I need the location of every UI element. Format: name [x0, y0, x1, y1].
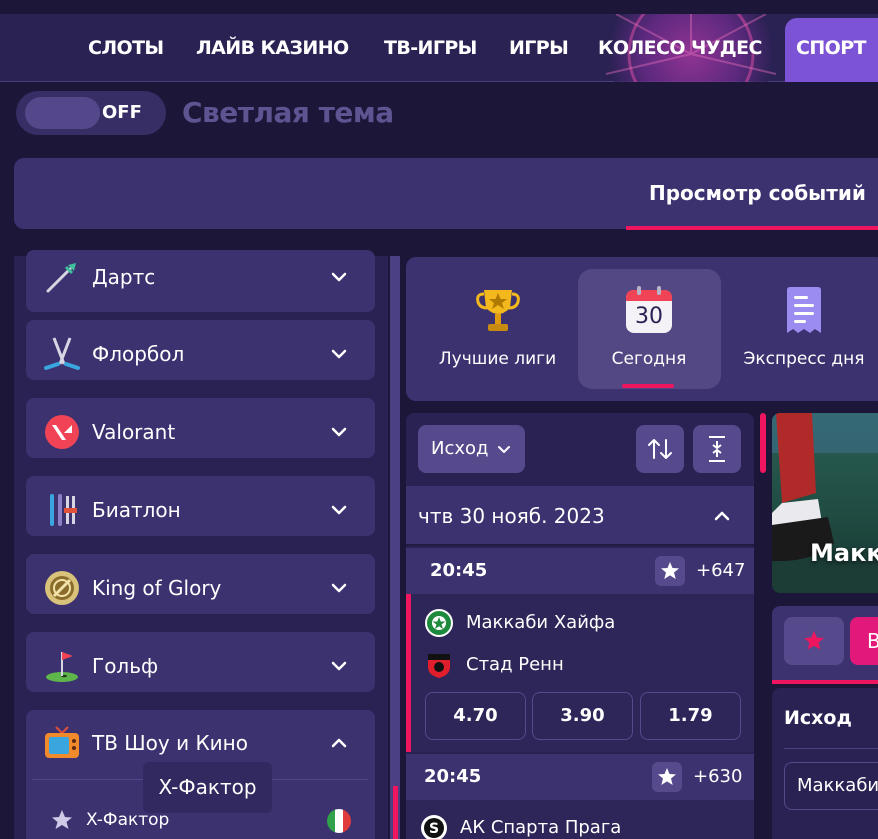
date-label: чтв 30 нояб. 2023	[418, 504, 605, 528]
theme-label: Светлая тема	[182, 96, 394, 129]
more-markets-count[interactable]: +647	[696, 548, 745, 594]
chevron-up-icon[interactable]	[710, 504, 734, 528]
team-away: Стад Ренн	[466, 654, 564, 675]
odd-home-button[interactable]: 4.70	[425, 692, 526, 740]
more-markets-count[interactable]: +630	[693, 754, 742, 800]
category-active-underline	[622, 384, 674, 388]
stade-rennes-logo-icon	[425, 651, 453, 679]
chevron-down-icon[interactable]	[327, 420, 351, 444]
sidebar-item-label: Гольф	[92, 654, 159, 678]
star-icon[interactable]	[50, 808, 74, 832]
sidebar-item-label: King of Glory	[92, 576, 222, 600]
nav-item-wheel[interactable]: Колесо чудес	[598, 14, 762, 82]
sidebar-item-label: Valorant	[92, 420, 176, 444]
category-label[interactable]: Сегодня	[585, 346, 713, 372]
calendar-icon[interactable]: 30	[625, 286, 673, 334]
star-icon	[658, 768, 676, 785]
promo-title: Макка	[810, 539, 878, 567]
team-home: АК Спарта Прага	[460, 817, 622, 838]
sparta-prague-logo-icon: S	[420, 814, 448, 839]
odd-away-button[interactable]: 1.79	[640, 692, 741, 740]
star-icon	[661, 562, 679, 579]
chevron-up-icon[interactable]	[327, 731, 351, 755]
promo-outcome-select[interactable]: Маккаби	[784, 762, 878, 810]
chevron-down-icon[interactable]	[327, 265, 351, 289]
collapse-icon	[709, 436, 725, 462]
tv-icon	[44, 725, 80, 761]
favorite-button[interactable]	[652, 762, 682, 792]
nav-item-tv-games[interactable]: ТВ-игры	[384, 14, 477, 82]
promo-favorite-button[interactable]	[784, 617, 844, 665]
nav-item-games[interactable]: Игры	[509, 14, 569, 82]
theme-toggle-state: OFF	[102, 102, 142, 123]
tab-events-view[interactable]: Просмотр событий	[626, 158, 878, 230]
king-of-glory-icon	[44, 570, 80, 606]
biathlon-icon	[44, 492, 80, 528]
sidebar-item-label: ТВ Шоу и Кино	[92, 731, 248, 755]
nav-item-slots[interactable]: Слоты	[88, 14, 164, 82]
promo-outcome-label: Исход	[784, 707, 852, 729]
outcome-filter-label: Исход	[431, 438, 489, 459]
collapse-all-button[interactable]	[693, 425, 741, 473]
chevron-down-icon[interactable]	[327, 654, 351, 678]
trophy-icon[interactable]	[474, 284, 522, 336]
valorant-icon	[44, 414, 80, 450]
nav-item-sport[interactable]: Спорт	[796, 14, 866, 82]
match-time: 20:45	[430, 560, 488, 581]
darts-icon	[44, 259, 80, 295]
favorite-button[interactable]	[655, 556, 685, 586]
chevron-down-icon	[496, 441, 512, 457]
odd-draw-button[interactable]: 3.90	[532, 692, 633, 740]
star-icon	[804, 631, 824, 650]
chevron-down-icon[interactable]	[327, 498, 351, 522]
chevron-down-icon[interactable]	[327, 342, 351, 366]
sidebar-item-label: Биатлон	[92, 498, 181, 522]
match-time: 20:45	[424, 766, 482, 787]
sort-arrows-icon	[648, 439, 672, 459]
tooltip: X-Фактор	[143, 762, 272, 813]
list-scrollbar[interactable]	[393, 786, 398, 839]
maccabi-haifa-logo-icon	[425, 609, 453, 637]
golf-icon	[44, 648, 80, 684]
italy-flag-icon	[326, 808, 352, 834]
promo-bet-button[interactable]: В	[850, 617, 878, 665]
team-home: Маккаби Хайфа	[466, 612, 616, 633]
promo-carousel-indicator	[760, 413, 766, 473]
sort-button[interactable]	[636, 425, 684, 473]
svg-text:S: S	[429, 821, 439, 837]
divider	[784, 748, 878, 749]
chevron-down-icon[interactable]	[327, 576, 351, 600]
category-label[interactable]: Экспресс дня	[737, 346, 871, 372]
sidebar-item-label: Флорбол	[92, 342, 185, 366]
sidebar-item-label: Дартс	[92, 265, 156, 289]
nav-item-live-casino[interactable]: Лайв казино	[196, 14, 349, 82]
category-label[interactable]: Лучшие лиги	[430, 346, 565, 372]
calendar-day: 30	[635, 304, 663, 329]
receipt-icon[interactable]	[785, 286, 823, 334]
floorball-icon	[44, 336, 80, 372]
sidebar-scrollbar[interactable]	[390, 256, 400, 839]
theme-toggle-knob[interactable]	[25, 97, 100, 129]
